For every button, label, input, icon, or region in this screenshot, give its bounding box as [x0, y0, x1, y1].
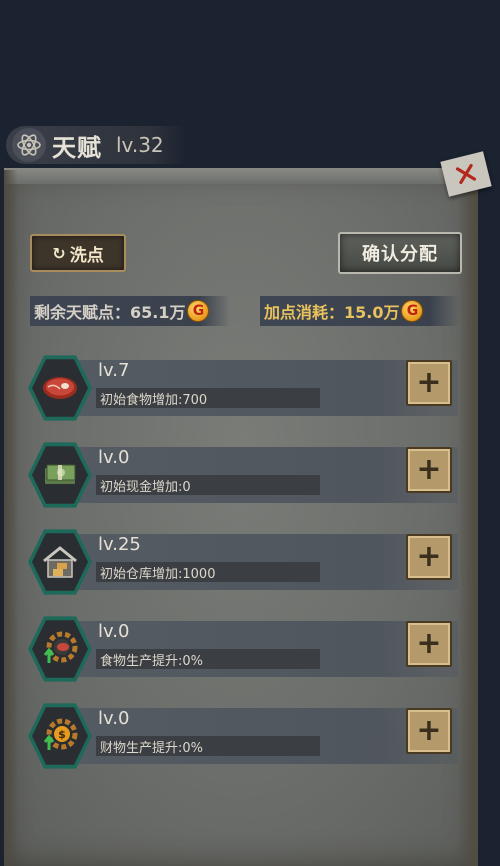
- panel-top-edge: [4, 168, 478, 184]
- remaining-points-bar: 剩余天赋点：65.1万 G: [30, 296, 230, 326]
- talent-level: lv.0: [98, 621, 130, 642]
- talent-description: 财物生产提升:0%: [100, 741, 204, 756]
- talent-description: 初始仓库增加:1000: [100, 567, 216, 582]
- talent-description: 初始食物增加:700: [100, 393, 208, 408]
- talent-row-food-production: lv.0 食物生产提升:0% +: [28, 615, 458, 683]
- talent-description: 食物生产提升:0%: [100, 654, 204, 669]
- talent-description: 初始现金增加:0: [100, 480, 191, 495]
- talent-level: lv.7: [98, 360, 130, 381]
- add-point-button[interactable]: +: [406, 360, 452, 406]
- point-cost-text: 加点消耗：15.0万: [264, 303, 400, 322]
- talent-row-cash: lv.0 初始现金增加:0 +: [28, 441, 458, 509]
- title-plate: 天赋 lv.32: [6, 126, 186, 164]
- remaining-points-text: 剩余天赋点：65.1万: [34, 303, 186, 322]
- add-point-button[interactable]: +: [406, 447, 452, 493]
- refresh-icon: ↻: [52, 243, 66, 263]
- talent-row-food: lv.7 初始食物增加:700 +: [28, 354, 458, 422]
- coin-icon: G: [401, 300, 424, 322]
- coin-icon: G: [187, 300, 210, 322]
- add-point-button[interactable]: +: [406, 708, 452, 754]
- player-level: lv.32: [116, 133, 164, 157]
- talent-row-warehouse: lv.25 初始仓库增加:1000 +: [28, 528, 458, 596]
- talent-level: lv.0: [98, 708, 130, 729]
- add-point-button[interactable]: +: [406, 621, 452, 667]
- reset-points-button[interactable]: ↻ 洗点: [30, 234, 126, 272]
- close-icon: [455, 163, 477, 185]
- talent-row-money-production: $ lv.0 财物生产提升:0% +: [28, 702, 458, 770]
- confirm-allocation-button[interactable]: 确认分配: [338, 232, 462, 274]
- add-point-button[interactable]: +: [406, 534, 452, 580]
- talent-level: lv.25: [98, 534, 141, 555]
- svg-text:$: $: [58, 728, 66, 741]
- point-cost-bar: 加点消耗：15.0万 G: [260, 296, 460, 326]
- panel-left-edge: [4, 170, 18, 866]
- panel-right-edge: [458, 170, 478, 866]
- talent-level: lv.0: [98, 447, 130, 468]
- atom-icon: [12, 128, 46, 162]
- confirm-label: 确认分配: [362, 244, 438, 265]
- reset-label: 洗点: [69, 245, 104, 266]
- page-title: 天赋: [52, 133, 102, 162]
